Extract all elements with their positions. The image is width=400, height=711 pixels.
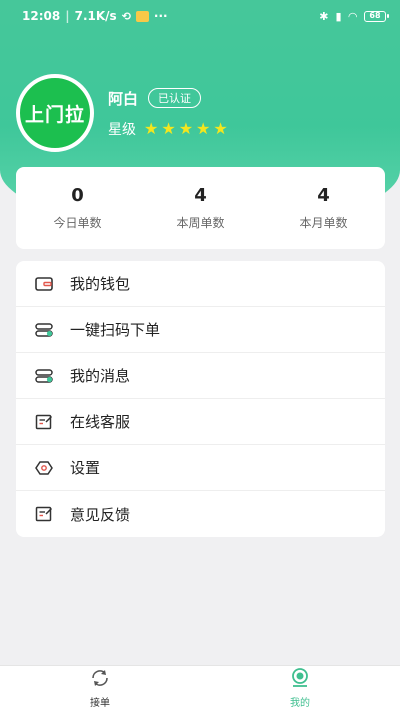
menu-item-settings[interactable]: 设置 bbox=[16, 445, 385, 491]
stat-label: 本周单数 bbox=[176, 216, 225, 230]
status-more: ··· bbox=[153, 9, 168, 23]
profile-header: 上门拉 阿白 已认证 星级 ★ ★ ★ ★ ★ bbox=[16, 74, 228, 152]
toggle-icon bbox=[34, 366, 54, 386]
notification-app-icon bbox=[135, 10, 149, 22]
menu-label: 意见反馈 bbox=[70, 505, 131, 524]
status-bar: 12:08 | 7.1K/s ⟲ ··· ✱ ▮ ◠ 68 bbox=[0, 0, 400, 32]
profile-icon bbox=[289, 668, 311, 692]
stat-value: 0 bbox=[71, 185, 84, 206]
star-icon: ★ bbox=[161, 118, 176, 138]
rating-stars: ★ ★ ★ ★ ★ bbox=[144, 118, 228, 138]
menu-item-scan-order[interactable]: 一键扫码下单 bbox=[16, 307, 385, 353]
stat-label: 本月单数 bbox=[299, 216, 348, 230]
tab-mine-label: 我的 bbox=[290, 698, 310, 709]
star-icon: ★ bbox=[144, 118, 159, 138]
user-name: 阿白 bbox=[108, 89, 139, 108]
tab-orders-label: 接单 bbox=[90, 698, 110, 709]
bottom-tab-bar: 接单 我的 bbox=[0, 665, 400, 711]
rating-label: 星级 bbox=[108, 121, 136, 138]
app-logo-text: 上门拉 bbox=[24, 103, 85, 126]
stat-week: 4 本周单数 bbox=[139, 185, 262, 231]
menu-item-messages[interactable]: 我的消息 bbox=[16, 353, 385, 399]
status-speed: 7.1K/s bbox=[74, 9, 117, 23]
star-icon: ★ bbox=[178, 118, 194, 138]
menu-item-customer-service[interactable]: 在线客服 bbox=[16, 399, 385, 445]
stat-month: 4 本月单数 bbox=[262, 185, 385, 231]
toggle-icon bbox=[34, 320, 54, 340]
edit-note-icon bbox=[34, 504, 54, 524]
stat-today: 0 今日单数 bbox=[16, 185, 139, 231]
menu-item-wallet[interactable]: 我的钱包 bbox=[16, 261, 385, 307]
profile-info: 阿白 已认证 星级 ★ ★ ★ ★ ★ bbox=[108, 88, 228, 139]
stat-label: 今日单数 bbox=[53, 216, 102, 230]
star-icon: ★ bbox=[196, 118, 211, 138]
verified-badge: 已认证 bbox=[148, 88, 202, 108]
menu-label: 设置 bbox=[70, 459, 101, 477]
orders-refresh-icon bbox=[89, 668, 111, 692]
star-icon: ★ bbox=[213, 118, 228, 138]
menu-label: 我的钱包 bbox=[70, 275, 131, 293]
menu-label: 我的消息 bbox=[70, 367, 131, 385]
tab-orders[interactable]: 接单 bbox=[0, 666, 200, 711]
signal-icon: ▮ bbox=[335, 9, 342, 23]
edit-note-icon bbox=[34, 412, 54, 432]
settings-hex-icon bbox=[34, 458, 54, 478]
menu-label: 在线客服 bbox=[70, 413, 131, 431]
sync-off-icon: ⟲ bbox=[121, 9, 131, 23]
menu-card: 我的钱包 一键扫码下单 我的消息 在线客服 设置 意见反馈 bbox=[16, 261, 385, 537]
menu-item-feedback[interactable]: 意见反馈 bbox=[16, 491, 385, 537]
status-divider: | bbox=[65, 9, 70, 23]
menu-label: 一键扫码下单 bbox=[70, 321, 161, 339]
app-logo: 上门拉 bbox=[16, 74, 94, 152]
stat-value: 4 bbox=[194, 185, 207, 206]
wifi-icon: ◠ bbox=[348, 9, 357, 23]
stats-card: 0 今日单数 4 本周单数 4 本月单数 bbox=[16, 167, 385, 249]
status-time: 12:08 bbox=[22, 9, 61, 23]
wallet-icon bbox=[34, 274, 54, 294]
stat-value: 4 bbox=[317, 185, 330, 206]
battery-icon: 68 bbox=[364, 10, 389, 22]
tab-mine[interactable]: 我的 bbox=[200, 666, 400, 711]
bluetooth-icon: ✱ bbox=[319, 9, 329, 23]
